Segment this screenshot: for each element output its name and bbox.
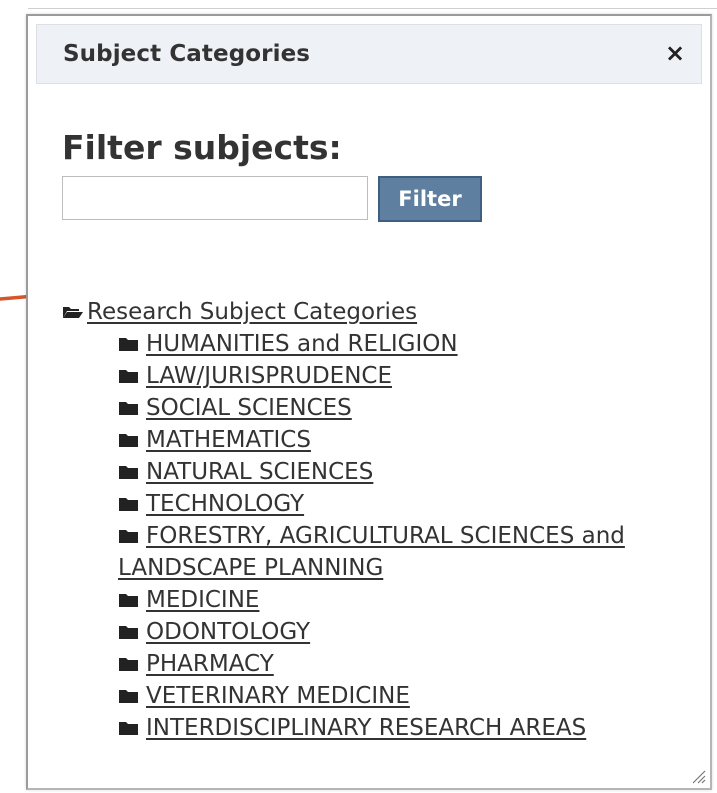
- folder-closed-icon: [119, 498, 138, 511]
- folder-closed-icon: [119, 338, 138, 351]
- folder-open-icon: [63, 307, 83, 318]
- tree-item: HUMANITIES and RELIGION: [89, 328, 678, 360]
- tree-item-link[interactable]: ODONTOLOGY: [146, 619, 310, 645]
- tree-item-link[interactable]: PHARMACY: [146, 651, 274, 677]
- page: Subject Categories × Filter subjects: Fi…: [0, 0, 717, 793]
- tree-item: ODONTOLOGY: [89, 616, 678, 648]
- background-top-border: [0, 8, 717, 9]
- folder-closed-icon: [119, 466, 138, 479]
- tree-item: MATHEMATICS: [89, 424, 678, 456]
- tree-item: MEDICINE: [89, 584, 678, 616]
- dialog-titlebar[interactable]: Subject Categories ×: [36, 24, 702, 84]
- background-page-edge: [0, 0, 28, 793]
- tree-item-link[interactable]: INTERDISCIPLINARY RESEARCH AREAS: [146, 715, 586, 741]
- folder-closed-icon: [119, 530, 138, 543]
- filter-input[interactable]: [62, 176, 368, 220]
- folder-closed-icon: [119, 626, 138, 639]
- tree-item: TECHNOLOGY: [89, 488, 678, 520]
- tree-item-link[interactable]: LAW/JURISPRUDENCE: [146, 363, 392, 389]
- tree-item: VETERINARY MEDICINE: [89, 680, 678, 712]
- tree-children: HUMANITIES and RELIGION LAW/JURISPRUDENCE…: [62, 328, 682, 744]
- folder-closed-icon: [119, 594, 138, 607]
- folder-closed-icon: [119, 434, 138, 447]
- folder-closed-icon: [119, 658, 138, 671]
- tree-root-link[interactable]: Research Subject Categories: [87, 296, 417, 328]
- tree-item: FORESTRY, AGRICULTURAL SCIENCES and LAND…: [89, 520, 678, 584]
- tree-item: SOCIAL SCIENCES: [89, 392, 678, 424]
- tree-item: LAW/JURISPRUDENCE: [89, 360, 678, 392]
- tree-item: INTERDISCIPLINARY RESEARCH AREAS: [89, 712, 678, 744]
- close-button[interactable]: ×: [663, 39, 687, 67]
- tree-item-link[interactable]: HUMANITIES and RELIGION: [146, 331, 458, 357]
- tree-item-link[interactable]: SOCIAL SCIENCES: [146, 395, 352, 421]
- folder-closed-icon: [119, 722, 138, 735]
- folder-closed-icon: [119, 370, 138, 383]
- tree-item-link[interactable]: TECHNOLOGY: [146, 491, 304, 517]
- tree-item: NATURAL SCIENCES: [89, 456, 678, 488]
- tree-root: Research Subject Categories: [62, 296, 682, 328]
- subject-tree: Research Subject Categories HUMANITIES a…: [62, 296, 682, 744]
- close-icon: ×: [664, 39, 686, 67]
- tree-item-link[interactable]: VETERINARY MEDICINE: [146, 683, 410, 709]
- tree-item-link[interactable]: MATHEMATICS: [146, 427, 311, 453]
- tree-item: PHARMACY: [89, 648, 678, 680]
- folder-closed-icon: [119, 690, 138, 703]
- tree-item-link[interactable]: FORESTRY, AGRICULTURAL SCIENCES and LAND…: [118, 523, 625, 581]
- filter-button[interactable]: Filter: [378, 176, 482, 222]
- tree-item-link[interactable]: NATURAL SCIENCES: [146, 459, 373, 485]
- tree-item-link[interactable]: MEDICINE: [146, 587, 259, 613]
- filter-heading: Filter subjects:: [62, 128, 342, 167]
- folder-closed-icon: [119, 402, 138, 415]
- subject-categories-dialog: Subject Categories × Filter subjects: Fi…: [26, 14, 712, 790]
- dialog-title: Subject Categories: [63, 41, 311, 67]
- resize-handle-icon[interactable]: [690, 768, 706, 784]
